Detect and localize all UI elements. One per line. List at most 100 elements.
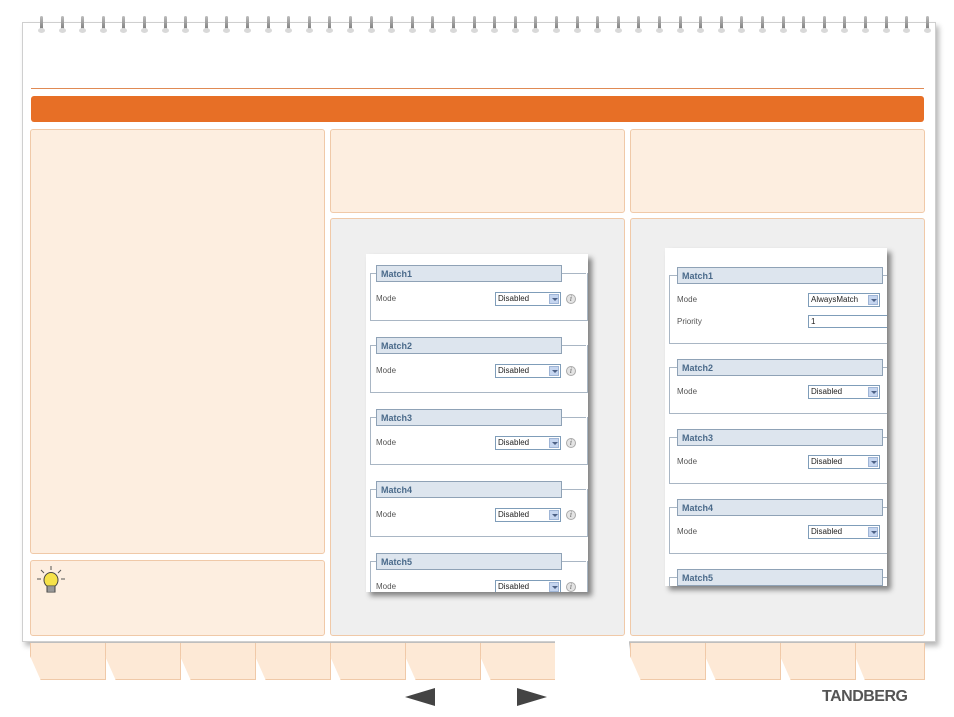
tab[interactable] xyxy=(855,643,925,680)
arrow-right-icon[interactable] xyxy=(517,688,547,706)
tab[interactable] xyxy=(705,643,781,680)
field-label: Priority xyxy=(677,317,702,326)
mode-select[interactable]: Disabled xyxy=(495,292,561,306)
mode-select[interactable]: Disabled xyxy=(495,580,561,592)
binder-ring xyxy=(532,16,540,33)
field-label: Mode xyxy=(677,387,698,396)
section-title: Match5 xyxy=(376,553,562,570)
binder-ring xyxy=(450,16,457,33)
right-text-panel xyxy=(630,129,925,213)
binder-ring xyxy=(738,16,746,33)
binder-ring xyxy=(573,16,581,33)
mode-select-value: Disabled xyxy=(811,387,843,396)
info-icon[interactable]: i xyxy=(566,510,576,520)
section-title: Match3 xyxy=(677,429,883,446)
mode-select[interactable]: AlwaysMatch xyxy=(808,293,880,307)
binder-ring xyxy=(635,16,643,33)
binder-ring xyxy=(820,16,828,33)
binder-ring xyxy=(120,16,128,33)
mode-select[interactable]: Disabled xyxy=(495,508,561,522)
tab[interactable] xyxy=(105,643,181,680)
section-title: Match4 xyxy=(376,481,562,498)
mode-select[interactable]: Disabled xyxy=(495,436,561,450)
binder-ring xyxy=(141,16,148,33)
mode-select-value: Disabled xyxy=(498,438,530,447)
binder-ring xyxy=(285,16,293,33)
binder-ring xyxy=(697,16,705,33)
binder-ring xyxy=(408,16,416,33)
brand-logo: TANDBERG xyxy=(822,688,908,705)
mode-select[interactable]: Disabled xyxy=(808,385,880,399)
binder-ring xyxy=(99,16,107,33)
tip-panel xyxy=(30,560,325,636)
mode-select-value: Disabled xyxy=(811,527,843,536)
chevron-down-icon[interactable] xyxy=(549,510,559,520)
binder-ring xyxy=(429,16,437,33)
tab[interactable] xyxy=(180,643,256,680)
arrow-left-icon[interactable] xyxy=(405,688,435,706)
binder-ring xyxy=(491,16,499,33)
section-title: Match5 xyxy=(677,569,883,586)
binder-ring xyxy=(264,16,272,33)
chevron-down-icon[interactable] xyxy=(549,438,559,448)
binder-ring xyxy=(800,16,808,33)
info-icon[interactable]: i xyxy=(566,366,576,376)
tab[interactable] xyxy=(630,643,706,680)
priority-field[interactable]: 1 xyxy=(808,315,887,328)
tab[interactable] xyxy=(30,643,106,680)
binder-ring xyxy=(923,16,931,33)
info-icon[interactable]: i xyxy=(566,294,576,304)
binder-ring xyxy=(223,16,231,33)
info-icon[interactable]: i xyxy=(566,582,576,592)
binder-ring xyxy=(305,16,313,33)
binder-ring xyxy=(58,16,66,33)
field-label: Mode xyxy=(376,438,397,447)
section-title: Match3 xyxy=(376,409,562,426)
binder-ring xyxy=(882,16,890,33)
binder-ring xyxy=(161,16,169,33)
binder-ring xyxy=(862,16,869,33)
field-label: Mode xyxy=(677,527,698,536)
binder-ring xyxy=(656,16,663,33)
binder-ring xyxy=(759,16,766,33)
mode-select[interactable]: Disabled xyxy=(495,364,561,378)
field-label: Mode xyxy=(677,295,698,304)
right-match-screenshot: Match1 Mode AlwaysMatch Priority 1 Match2 Mode… xyxy=(665,248,887,586)
header-divider xyxy=(31,88,924,89)
info-icon[interactable]: i xyxy=(566,438,576,448)
binder-ring xyxy=(841,16,849,33)
title-bar xyxy=(31,96,924,122)
field-label: Mode xyxy=(376,294,397,303)
tab[interactable] xyxy=(405,643,481,680)
mode-select[interactable]: Disabled xyxy=(808,525,880,539)
binder-rings xyxy=(0,16,954,36)
binder-ring xyxy=(347,16,354,33)
tab[interactable] xyxy=(780,643,856,680)
chevron-down-icon[interactable] xyxy=(549,294,559,304)
lightbulb-icon xyxy=(37,566,65,593)
mode-select-value: AlwaysMatch xyxy=(811,295,859,304)
chevron-down-icon[interactable] xyxy=(868,457,878,467)
mode-select[interactable]: Disabled xyxy=(808,455,880,469)
chevron-down-icon[interactable] xyxy=(868,295,878,305)
tab-active[interactable] xyxy=(555,640,629,682)
field-label: Mode xyxy=(376,366,397,375)
section-title: Match4 xyxy=(677,499,883,516)
chevron-down-icon[interactable] xyxy=(868,527,878,537)
section-title: Match2 xyxy=(677,359,883,376)
chevron-down-icon[interactable] xyxy=(868,387,878,397)
chevron-down-icon[interactable] xyxy=(549,582,559,592)
binder-ring xyxy=(779,16,787,33)
binder-ring xyxy=(202,16,210,33)
binder-ring xyxy=(676,16,684,33)
left-match-screenshot: Match1 Mode Disabled i Match2 Mode Disabled i Ma… xyxy=(366,254,588,592)
tab[interactable] xyxy=(330,643,406,680)
section-title: Match2 xyxy=(376,337,562,354)
field-label: Mode xyxy=(677,457,698,466)
tab[interactable] xyxy=(480,643,556,680)
binder-ring xyxy=(38,16,45,33)
field-label: Mode xyxy=(376,510,397,519)
chevron-down-icon[interactable] xyxy=(549,366,559,376)
field-label: Mode xyxy=(376,582,397,591)
tab[interactable] xyxy=(255,643,331,680)
